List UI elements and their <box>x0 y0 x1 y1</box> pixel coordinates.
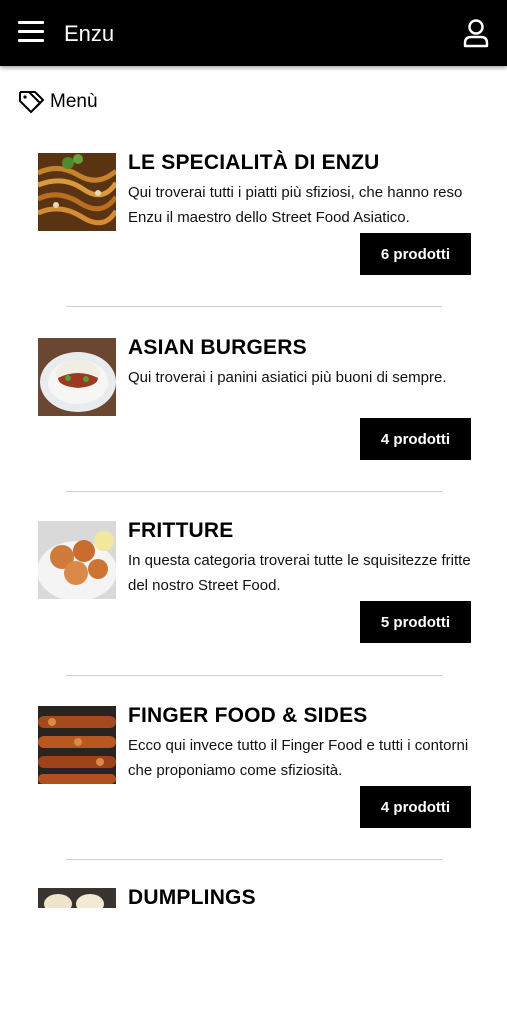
category-card[interactable]: LE SPECIALITÀ DI ENZU Qui troverai tutti… <box>38 151 471 283</box>
product-count-button[interactable]: 4 prodotti <box>360 786 471 828</box>
category-description: Qui troverai i panini asiatici più buoni… <box>128 369 447 386</box>
category-title: LE SPECIALITÀ DI ENZU <box>128 151 380 174</box>
category-card[interactable]: FINGER FOOD & SIDES Ecco qui invece tutt… <box>38 704 471 836</box>
divider <box>66 306 442 307</box>
category-title: DUMPLINGS <box>128 886 256 909</box>
category-description: In questa categoria troverai tutte le sq… <box>128 552 471 594</box>
divider <box>66 675 442 676</box>
divider <box>66 491 442 492</box>
product-count-button[interactable]: 6 prodotti <box>360 233 471 275</box>
category-image <box>38 888 116 908</box>
menu-section-heading: Menù <box>18 89 98 115</box>
category-image <box>38 153 116 231</box>
divider <box>66 859 442 860</box>
category-card[interactable]: DUMPLINGS <box>38 886 471 1018</box>
app-title: Enzu <box>64 21 115 46</box>
section-title: Menù <box>50 91 98 112</box>
user-icon[interactable] <box>463 18 489 48</box>
category-image <box>38 521 116 599</box>
category-description: Ecco qui invece tutto il Finger Food e t… <box>128 737 469 779</box>
category-title: ASIAN BURGERS <box>128 336 307 359</box>
product-count-button[interactable]: 5 prodotti <box>360 601 471 643</box>
category-card[interactable]: FRITTURE In questa categoria troverai tu… <box>38 519 471 651</box>
product-count-button[interactable]: 4 prodotti <box>360 418 471 460</box>
hamburger-menu-icon[interactable] <box>18 21 44 45</box>
category-title: FRITTURE <box>128 519 234 542</box>
category-title: FINGER FOOD & SIDES <box>128 704 368 727</box>
category-description: Qui troverai tutti i piatti più sfiziosi… <box>128 184 463 226</box>
category-image <box>38 706 116 784</box>
tag-icon <box>19 91 44 113</box>
category-card[interactable]: ASIAN BURGERS Qui troverai i panini asia… <box>38 336 471 468</box>
top-app-bar: Enzu <box>0 0 507 66</box>
category-image <box>38 338 116 416</box>
